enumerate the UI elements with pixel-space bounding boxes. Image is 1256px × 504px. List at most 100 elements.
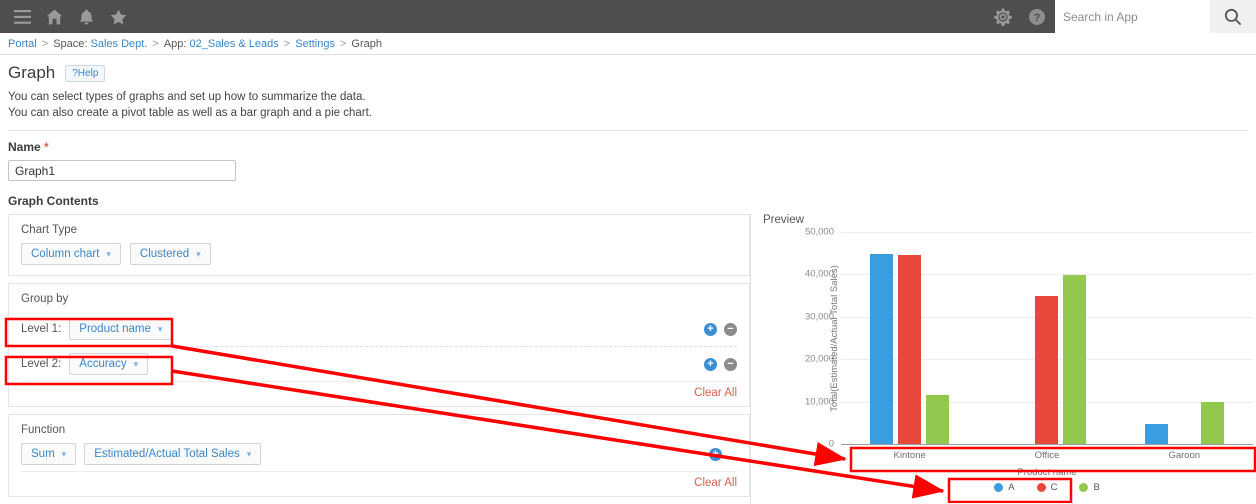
add-function-button[interactable]: + <box>709 448 722 461</box>
level-2-value: Accuracy <box>79 358 126 370</box>
title-row: Graph ?Help <box>8 63 1248 83</box>
chevron-down-icon: ▾ <box>196 249 201 260</box>
function-label: Function <box>21 424 737 436</box>
chart-legend-label: B <box>1093 482 1099 493</box>
help-button[interactable]: ?Help <box>65 65 105 82</box>
chart-bar <box>1201 402 1224 444</box>
chevron-down-icon: ▾ <box>158 324 163 335</box>
legend-color-dot-icon <box>1079 483 1088 492</box>
chart-bar <box>870 254 893 444</box>
level-2-row-actions: + − <box>704 358 737 371</box>
breadcrumb-item-portal[interactable]: Portal <box>8 38 37 50</box>
chart-bar <box>1063 275 1086 444</box>
group-by-label: Group by <box>21 293 737 305</box>
breadcrumb-separator: > <box>42 38 48 50</box>
group-by-level-1-row: Level 1: Product name ▾ + − <box>9 312 749 346</box>
help-icon[interactable]: ? <box>1021 0 1053 33</box>
function-row: Sum ▾ Estimated/Actual Total Sales ▾ + <box>9 443 749 471</box>
chart-y-axis-title-text: Total(Estimated/Actual Total Sales) <box>829 265 840 412</box>
breadcrumb: Portal > Space: Sales Dept. > App: 02_Sa… <box>0 33 1256 55</box>
group-by-card: Group by Level 1: Product name ▾ + − Lev… <box>8 283 750 407</box>
chart-bars <box>841 232 1253 444</box>
level-1-row-actions: + − <box>704 323 737 336</box>
required-marker: * <box>44 140 49 154</box>
chevron-down-icon: ▾ <box>106 249 111 260</box>
chart-bar-group <box>841 232 978 444</box>
breadcrumb-separator: > <box>152 38 158 50</box>
chart-bar-group <box>1116 232 1253 444</box>
remove-level-2-button[interactable]: − <box>724 358 737 371</box>
chart-legend-item[interactable]: C <box>1037 482 1058 493</box>
chevron-down-icon: ▾ <box>62 449 67 460</box>
settings-column: Chart Type Column chart ▾ Clustered ▾ Gr… <box>8 214 750 504</box>
chart-layout-value: Clustered <box>140 248 189 260</box>
chart-bar <box>1035 296 1058 444</box>
chart-x-axis-labels: KintoneOfficeGaroon <box>841 445 1253 467</box>
chart-legend-item[interactable]: B <box>1079 482 1099 493</box>
add-level-2-button[interactable]: + <box>704 358 717 371</box>
chevron-down-icon: ▾ <box>247 449 252 460</box>
add-level-1-button[interactable]: + <box>704 323 717 336</box>
breadcrumb-link-app[interactable]: 02_Sales & Leads <box>190 38 279 50</box>
description-line-2: You can also create a pivot table as wel… <box>8 106 1248 122</box>
legend-color-dot-icon <box>1037 483 1046 492</box>
chart-plot-area: 010,00020,00030,00040,00050,000 <box>841 232 1253 444</box>
chart-legend-item[interactable]: A <box>994 482 1014 493</box>
page-description: You can select types of graphs and set u… <box>8 90 1248 121</box>
level-1-dropdown[interactable]: Product name ▾ <box>69 318 172 340</box>
preview-column: Preview Total(Estimated/Actual Total Sal… <box>750 214 1256 504</box>
chart-y-tick-label: 20,000 <box>805 354 834 365</box>
legend-color-dot-icon <box>994 483 1003 492</box>
breadcrumb-item-graph: Graph <box>351 38 382 50</box>
search-button[interactable] <box>1210 0 1256 33</box>
home-icon[interactable] <box>38 0 70 33</box>
chart-legend-label: C <box>1051 482 1058 493</box>
description-line-1: You can select types of graphs and set u… <box>8 90 1248 106</box>
name-field-block: Name * <box>0 131 1256 181</box>
graph-name-input[interactable] <box>8 160 236 181</box>
function-card: Function Sum ▾ Estimated/Actual Total Sa… <box>8 414 750 497</box>
chart-preview: Total(Estimated/Actual Total Sales) 010,… <box>763 232 1253 484</box>
chart-bar <box>926 395 949 444</box>
name-label-text: Name <box>8 140 41 154</box>
breadcrumb-separator: > <box>284 38 290 50</box>
chart-layout-dropdown[interactable]: Clustered ▾ <box>130 243 211 265</box>
chart-type-value: Column chart <box>31 248 99 260</box>
chart-x-tick-label: Garoon <box>1116 445 1253 467</box>
level-1-value: Product name <box>79 323 151 335</box>
function-field-dropdown[interactable]: Estimated/Actual Total Sales ▾ <box>84 443 261 465</box>
function-aggregate-value: Sum <box>31 448 55 460</box>
breadcrumb-item-app: App: 02_Sales & Leads <box>164 38 279 50</box>
chart-type-card: Chart Type Column chart ▾ Clustered ▾ <box>8 214 750 276</box>
gear-icon[interactable] <box>987 0 1019 33</box>
chart-y-tick-label: 50,000 <box>805 227 834 238</box>
toolbar-right-icons: ? <box>987 0 1256 33</box>
chart-x-tick-label: Kintone <box>841 445 978 467</box>
page-title: Graph <box>8 63 55 83</box>
remove-level-1-button[interactable]: − <box>724 323 737 336</box>
chart-y-tick-label: 30,000 <box>805 311 834 322</box>
chart-legend-label: A <box>1008 482 1014 493</box>
breadcrumb-item-space: Space: Sales Dept. <box>53 38 147 50</box>
search-container <box>1055 0 1256 33</box>
chart-type-dropdown[interactable]: Column chart ▾ <box>21 243 121 265</box>
chart-x-axis-title: Product name <box>841 467 1253 478</box>
function-field-value: Estimated/Actual Total Sales <box>94 448 240 460</box>
level-2-label: Level 2: <box>21 358 61 370</box>
level-2-dropdown[interactable]: Accuracy ▾ <box>69 353 148 375</box>
function-aggregate-dropdown[interactable]: Sum ▾ <box>21 443 76 465</box>
chart-x-tick-label: Office <box>978 445 1115 467</box>
level-1-label: Level 1: <box>21 323 61 335</box>
graph-contents-heading: Graph Contents <box>0 181 1256 208</box>
search-input[interactable] <box>1055 0 1210 33</box>
graph-contents-body: Chart Type Column chart ▾ Clustered ▾ Gr… <box>0 214 1256 504</box>
function-clear-all[interactable]: Clear All <box>9 472 749 496</box>
star-icon[interactable] <box>102 0 134 33</box>
breadcrumb-link-space[interactable]: Sales Dept. <box>91 38 148 50</box>
chart-bar <box>898 255 921 444</box>
menu-icon[interactable] <box>6 0 38 33</box>
chart-type-label: Chart Type <box>21 224 737 236</box>
group-by-clear-all[interactable]: Clear All <box>9 382 749 406</box>
bell-icon[interactable] <box>70 0 102 33</box>
breadcrumb-item-settings[interactable]: Settings <box>295 38 335 50</box>
